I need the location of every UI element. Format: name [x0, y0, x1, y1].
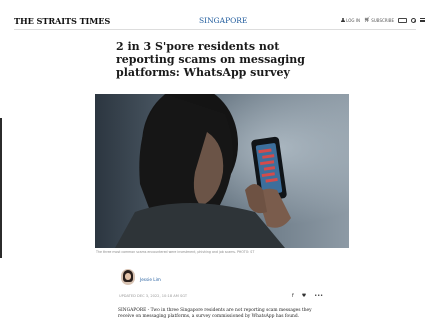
facebook-share-icon[interactable]: f: [292, 293, 294, 299]
share-bar: f ♥ •••: [292, 293, 323, 299]
epaper-icon[interactable]: [398, 17, 407, 23]
byline: Jessie Lim: [121, 269, 161, 285]
masthead-logo[interactable]: THE STRAITS TIMES: [14, 16, 110, 26]
login-link[interactable]: LOG IN: [341, 18, 360, 23]
login-label: LOG IN: [346, 17, 360, 23]
subscribe-label: SUBSCRIBE: [371, 17, 394, 23]
author-name[interactable]: Jessie Lim: [140, 277, 161, 282]
hero-image: [95, 94, 349, 248]
section-label[interactable]: SINGAPORE: [199, 16, 247, 25]
updated-timestamp: UPDATED DEC 3, 2022, 10:18 AM SGT: [119, 294, 188, 298]
hamburger-menu-icon[interactable]: [420, 17, 425, 23]
top-bar: THE STRAITS TIMES SINGAPORE LOG IN 🛒︎ SU…: [0, 12, 429, 28]
subscribe-link[interactable]: 🛒︎ SUBSCRIBE: [364, 17, 394, 23]
article-headline: 2 in 3 S'pore residents not reporting sc…: [116, 40, 305, 79]
top-right-actions: LOG IN 🛒︎ SUBSCRIBE: [341, 17, 425, 23]
article-body: SINGAPORE - Two in three Singapore resid…: [118, 308, 312, 319]
hero-photo-woman-with-phone: [95, 94, 349, 248]
more-share-icon[interactable]: •••: [314, 293, 323, 299]
cart-icon: 🛒︎: [363, 17, 371, 23]
search-icon[interactable]: [411, 17, 416, 23]
twitter-share-icon[interactable]: ♥: [302, 293, 306, 299]
image-caption: The three most common scams encountered …: [96, 250, 255, 254]
left-edge-strip: [0, 118, 2, 258]
user-icon: [341, 18, 346, 22]
author-avatar[interactable]: [121, 269, 135, 285]
header-divider: [14, 29, 416, 30]
